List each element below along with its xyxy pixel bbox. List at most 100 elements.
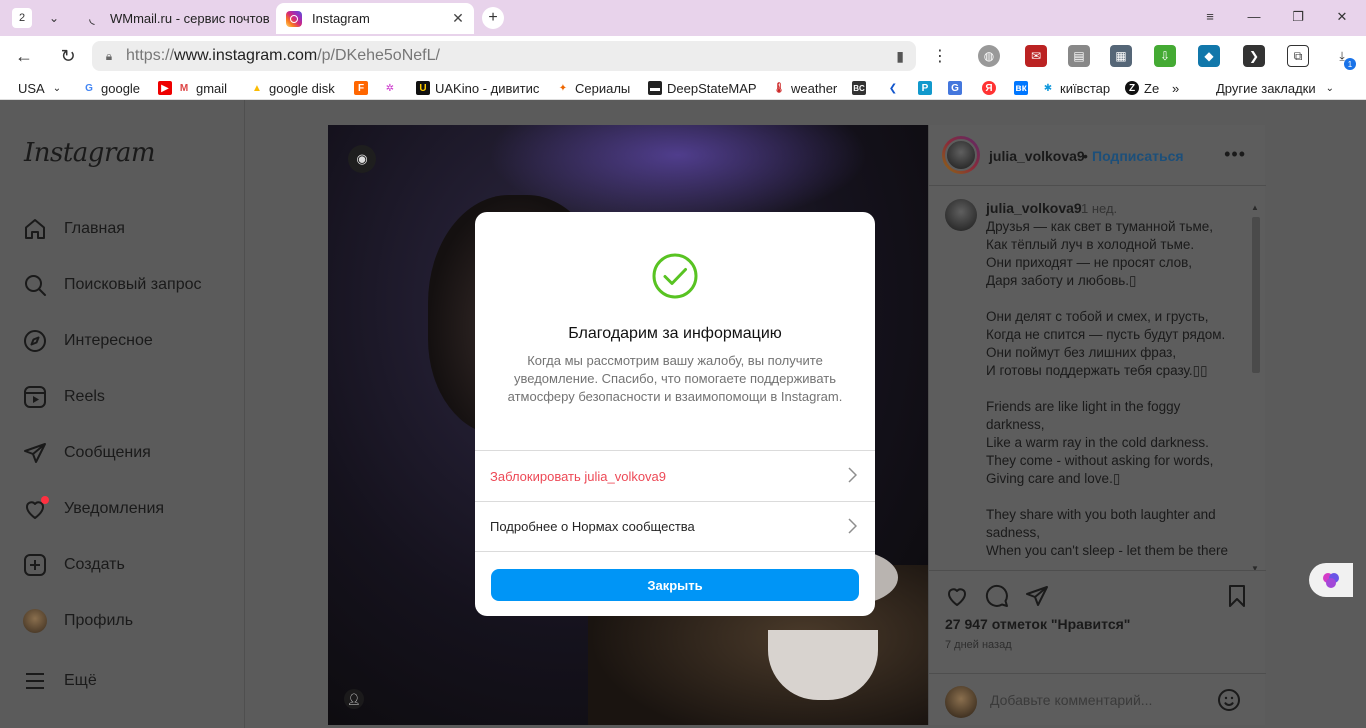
sidebar-item-label: Профиль (64, 612, 134, 629)
extension-icon[interactable]: ▤ (1068, 45, 1090, 67)
caption-text: Друзья — как свет в туманной тьме, Как т… (986, 219, 1228, 558)
author-avatar[interactable] (942, 136, 980, 174)
extension-icon[interactable]: ❯ (1243, 45, 1265, 67)
block-user-button[interactable]: Заблокировать julia_volkova9 (475, 450, 875, 501)
thermometer-icon: 🌡︎ (772, 82, 786, 94)
share-icon[interactable] (1024, 583, 1050, 609)
download-extension-icon[interactable]: ⇩ (1154, 45, 1176, 67)
caption-scrollbar[interactable]: ▲ ▼ (1251, 203, 1261, 573)
close-window-icon[interactable]: ✕ (1332, 9, 1352, 25)
bookmark-extra[interactable]: ✲ (383, 79, 402, 97)
bookmark-ze[interactable]: Z Ze (1125, 79, 1159, 97)
extensions-puzzle-icon[interactable]: ⧉ (1287, 45, 1309, 67)
audio-icon[interactable]: ◉ (348, 145, 376, 173)
bookmark-extra[interactable]: F (354, 79, 373, 97)
bookmark-kyivstar[interactable]: ✱ київстар (1041, 79, 1110, 97)
bookmark-icon[interactable]: ▮ (896, 48, 904, 65)
sidebar-item-search[interactable]: Поисковый запрос (22, 271, 202, 299)
comment-icon[interactable] (984, 583, 1010, 609)
user-tag-icon[interactable]: 👤︎ (344, 689, 364, 709)
sidebar-item-profile[interactable]: Профиль (22, 607, 133, 635)
bookmark-extra[interactable]: G (948, 79, 967, 97)
more-options-icon[interactable]: ••• (1224, 144, 1246, 165)
like-heart-icon[interactable] (944, 583, 970, 609)
sidebar-item-notifications[interactable]: Уведомления (22, 495, 164, 523)
bookmark-serials[interactable]: ✦ Сериалы (556, 79, 630, 97)
scroll-thumb[interactable] (1252, 217, 1260, 373)
browser-tabbar: 2 ⌄ ◟ WMmail.ru - сервис почтовых Instag… (0, 0, 1366, 36)
community-guidelines-link[interactable]: Подробнее о Нормах сообщества (475, 501, 875, 552)
author-username[interactable]: julia_volkova9 (989, 148, 1085, 164)
instagram-logo[interactable]: Instagram (24, 138, 156, 168)
sidebar-item-create[interactable]: Создать (22, 551, 125, 579)
page-more-icon[interactable]: ⋮ (928, 44, 952, 68)
sidebar-item-label: Сообщения (64, 444, 151, 461)
bookmark-extra[interactable]: P (918, 79, 937, 97)
minimize-icon[interactable]: — (1244, 9, 1264, 24)
back-arrow-icon[interactable]: ← (12, 44, 36, 68)
caption-time: 1 нед. (1081, 201, 1118, 216)
vk-icon: вк (1014, 81, 1028, 95)
search-icon (22, 272, 48, 298)
likes-count[interactable]: 27 947 отметок "Нравится" (945, 616, 1130, 632)
bookmark-gmail[interactable]: ▶ Mgmail (158, 79, 227, 97)
globe-extension-icon[interactable]: ◍ (978, 45, 1000, 67)
bookmark-google[interactable]: Ggoogle (82, 79, 140, 97)
home-icon (22, 216, 48, 242)
follow-button[interactable]: Подписаться (1092, 148, 1184, 164)
bookmark-extra[interactable]: ❮ (886, 79, 905, 97)
restore-icon[interactable]: ❐ (1288, 9, 1308, 25)
tab-close-icon[interactable]: ✕ (448, 10, 468, 27)
other-bookmarks[interactable]: Другие закладки ⌄ (1216, 79, 1334, 97)
wmmail-favicon-icon: ◟ (89, 10, 95, 26)
menu-icon[interactable]: ≡ (1200, 9, 1220, 24)
emoji-icon[interactable] (1216, 687, 1242, 713)
kyivstar-icon: ✱ (1043, 82, 1053, 94)
tab-count-badge[interactable]: 2 (12, 8, 32, 28)
reload-icon[interactable]: ↻ (56, 44, 80, 68)
post-timestamp: 7 дней назад (945, 639, 1012, 651)
translate-icon: G (948, 81, 962, 95)
bookmark-extra[interactable]: Я (982, 79, 1001, 97)
url-field[interactable]: 🔒︎ https://www.instagram.com/p/DKehe5oNe… (92, 41, 916, 71)
new-tab-button[interactable]: + (482, 7, 504, 29)
bookmark-favicon-icon: ✲ (385, 82, 395, 94)
extension-icon[interactable]: ✉ (1025, 45, 1047, 67)
bookmark-extra[interactable]: вк (1014, 79, 1033, 97)
reels-icon (22, 384, 48, 410)
sidebar-item-more[interactable]: Ещё (22, 667, 97, 695)
sidebar-item-reels[interactable]: Reels (22, 383, 105, 411)
bookmark-deepstatemap[interactable]: ▬ DeepStateMAP (648, 79, 757, 97)
community-guidelines-label: Подробнее о Нормах сообщества (490, 519, 695, 534)
tab-wmmail[interactable]: ◟ WMmail.ru - сервис почтовых (74, 3, 270, 34)
extension-icon[interactable]: ◆ (1198, 45, 1220, 67)
caption-avatar[interactable] (945, 199, 977, 231)
caption-username[interactable]: julia_volkova9 (986, 200, 1082, 216)
sidebar-item-home[interactable]: Главная (22, 215, 125, 243)
post-actions: 27 947 отметок "Нравится" 7 дней назад (929, 570, 1266, 680)
close-button[interactable]: Закрыть (491, 569, 859, 601)
more-bookmarks-chevron[interactable]: » (1172, 79, 1179, 97)
comment-input[interactable]: Добавьте комментарий... (990, 692, 1152, 708)
sidebar-item-messages[interactable]: Сообщения (22, 439, 151, 467)
heart-icon (22, 496, 49, 522)
save-bookmark-icon[interactable] (1224, 583, 1250, 609)
dialog-body: Когда мы рассмотрим вашу жалобу, вы полу… (507, 353, 843, 404)
comment-row: Добавьте комментарий... (929, 673, 1266, 725)
caption-area: julia_volkova9 1 нед. Друзья — как свет … (929, 187, 1266, 567)
bookmark-extra[interactable]: BC (852, 79, 871, 97)
bookmark-favicon-icon: F (354, 81, 368, 95)
extension-icon[interactable]: ▦ (1110, 45, 1132, 67)
tab-list-chevron-icon[interactable]: ⌄ (42, 6, 66, 30)
bookmark-uakino[interactable]: U UAKino - дивитис (416, 79, 539, 97)
post-header: julia_volkova9 • Подписаться ••• (929, 125, 1266, 186)
bookmark-google-disk[interactable]: ▲ google disk (250, 79, 335, 97)
scroll-up-icon[interactable]: ▲ (1251, 203, 1259, 212)
tab-instagram[interactable]: Instagram ✕ (276, 3, 474, 34)
downloads-icon[interactable]: ⤓ 1 (1331, 45, 1356, 70)
bookmark-usa[interactable]: USA ⌄ (18, 79, 61, 97)
ai-assistant-brain-icon[interactable] (1309, 563, 1353, 597)
chevron-right-icon (848, 467, 857, 483)
bookmark-weather[interactable]: 🌡︎ weather (772, 79, 838, 97)
sidebar-item-explore[interactable]: Интересное (22, 327, 153, 355)
